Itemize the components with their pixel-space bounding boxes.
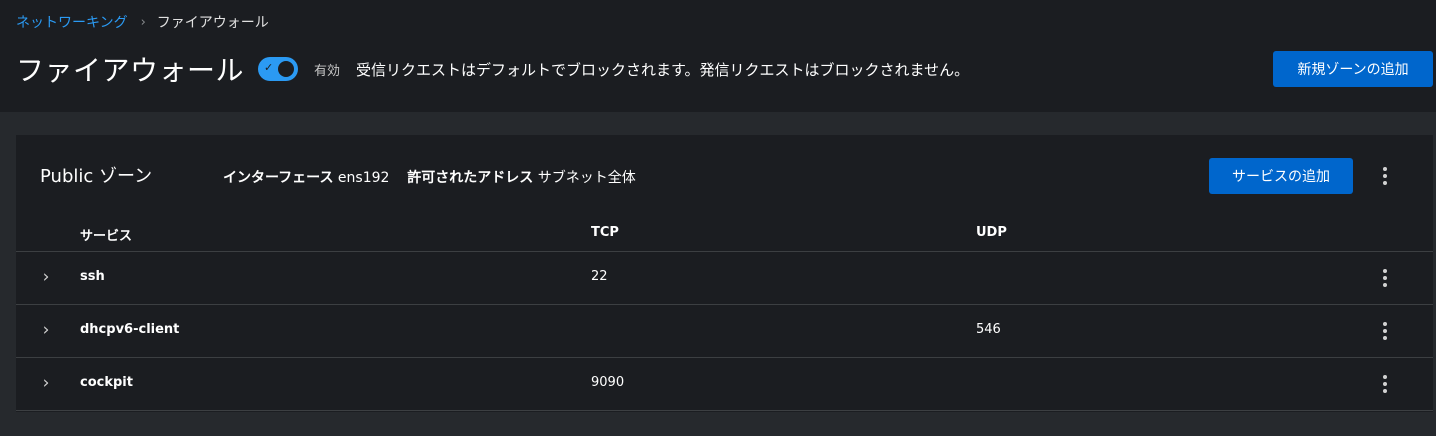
table-row: › ssh 22 (16, 252, 1433, 305)
title-row: ファイアウォール ✓ 有効 受信リクエストはデフォルトでブロックされます。発信リ… (16, 48, 969, 90)
row-kebab-icon[interactable] (1373, 316, 1397, 346)
allowed-addresses-value: サブネット全体 (537, 170, 636, 186)
interface-label: インターフェース (223, 170, 334, 186)
row-kebab-icon[interactable] (1373, 263, 1397, 293)
column-header-tcp[interactable]: TCP (591, 225, 619, 240)
page-title: ファイアウォール (16, 54, 245, 87)
column-header-udp[interactable]: UDP (976, 225, 1007, 240)
zone-meta: インターフェース ens192 許可されたアドレス サブネット全体 (223, 167, 636, 187)
breadcrumb: ネットワーキング › ファイアウォール (16, 12, 269, 32)
udp-port: 546 (976, 322, 1001, 337)
row-kebab-icon[interactable] (1373, 369, 1397, 399)
breadcrumb-current: ファイアウォール (156, 15, 269, 31)
add-service-button[interactable]: サービスの追加 (1209, 158, 1353, 194)
interface-value: ens192 (337, 170, 390, 186)
zone-card-public: Public ゾーン インターフェース ens192 許可されたアドレス サブネ… (16, 135, 1433, 412)
expand-chevron-icon[interactable]: › (36, 372, 56, 394)
zone-kebab-icon[interactable] (1373, 161, 1397, 191)
services-table: サービス TCP UDP › ssh 22 › dhcpv6-client 54… (16, 217, 1433, 411)
check-icon: ✓ (264, 61, 274, 74)
table-row: › dhcpv6-client 546 (16, 305, 1433, 358)
expand-chevron-icon[interactable]: › (36, 319, 56, 341)
allowed-addresses-label: 許可されたアドレス (407, 170, 534, 186)
table-row: › cockpit 9090 (16, 358, 1433, 411)
expand-chevron-icon[interactable]: › (36, 266, 56, 288)
column-header-service[interactable]: サービス (80, 225, 132, 244)
add-zone-button[interactable]: 新規ゾーンの追加 (1273, 51, 1433, 87)
firewall-description: 受信リクエストはデフォルトでブロックされます。発信リクエストはブロックされません… (356, 60, 970, 79)
breadcrumb-link-networking[interactable]: ネットワーキング (16, 12, 128, 32)
breadcrumb-separator-icon: › (140, 14, 146, 30)
tcp-port: 9090 (591, 375, 625, 390)
service-name: dhcpv6-client (80, 322, 180, 337)
page-header: ネットワーキング › ファイアウォール ファイアウォール ✓ 有効 受信リクエス… (0, 0, 1436, 112)
service-name: cockpit (80, 375, 133, 390)
tcp-port: 22 (591, 269, 608, 284)
toggle-knob (278, 61, 295, 77)
service-name: ssh (80, 269, 105, 284)
zone-title: Public ゾーン (40, 166, 153, 187)
firewall-enabled-toggle[interactable]: ✓ (258, 57, 299, 81)
zone-header: Public ゾーン インターフェース ens192 許可されたアドレス サブネ… (16, 135, 1433, 217)
toggle-label: 有効 (314, 63, 341, 79)
table-header: サービス TCP UDP (16, 217, 1433, 252)
